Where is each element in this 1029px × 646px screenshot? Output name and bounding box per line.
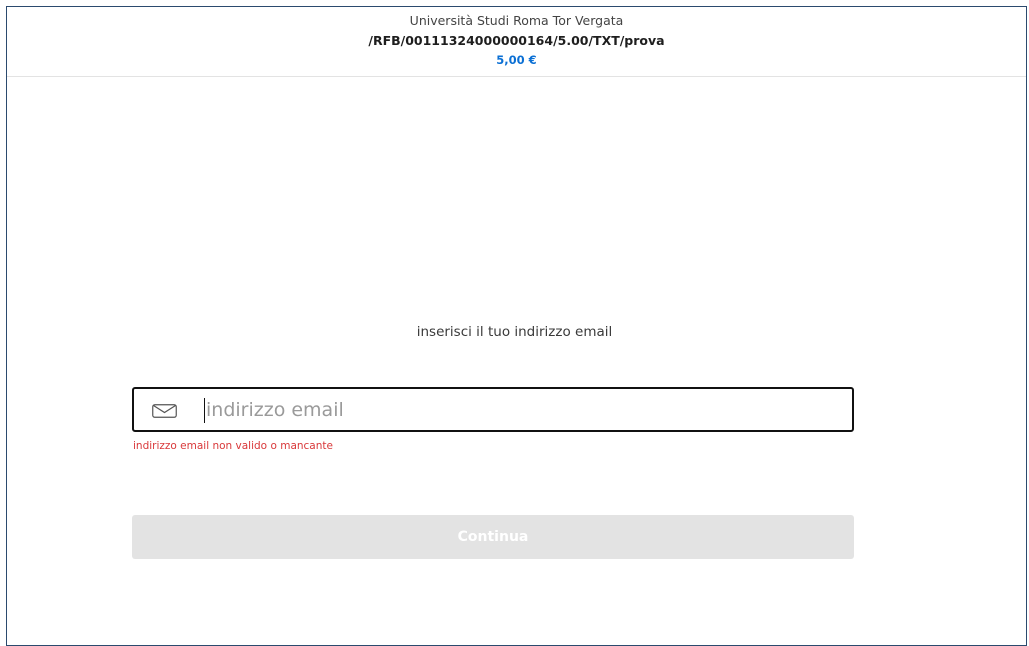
payment-page-frame: Università Studi Roma Tor Vergata /RFB/0…: [6, 6, 1027, 646]
payment-header: Università Studi Roma Tor Vergata /RFB/0…: [7, 7, 1026, 77]
merchant-name: Università Studi Roma Tor Vergata: [409, 13, 624, 28]
email-field[interactable]: [132, 387, 854, 432]
continue-button[interactable]: Continua: [132, 515, 854, 559]
email-error-message: indirizzo email non valido o mancante: [133, 440, 333, 452]
payment-reference: /RFB/00111324000000164/5.00/TXT/prova: [368, 33, 665, 48]
email-instruction: inserisci il tuo indirizzo email: [416, 324, 613, 340]
email-input[interactable]: [206, 394, 826, 426]
text-cursor: [204, 398, 205, 423]
envelope-icon: [152, 404, 177, 418]
payment-amount: 5,00 €: [496, 53, 537, 67]
